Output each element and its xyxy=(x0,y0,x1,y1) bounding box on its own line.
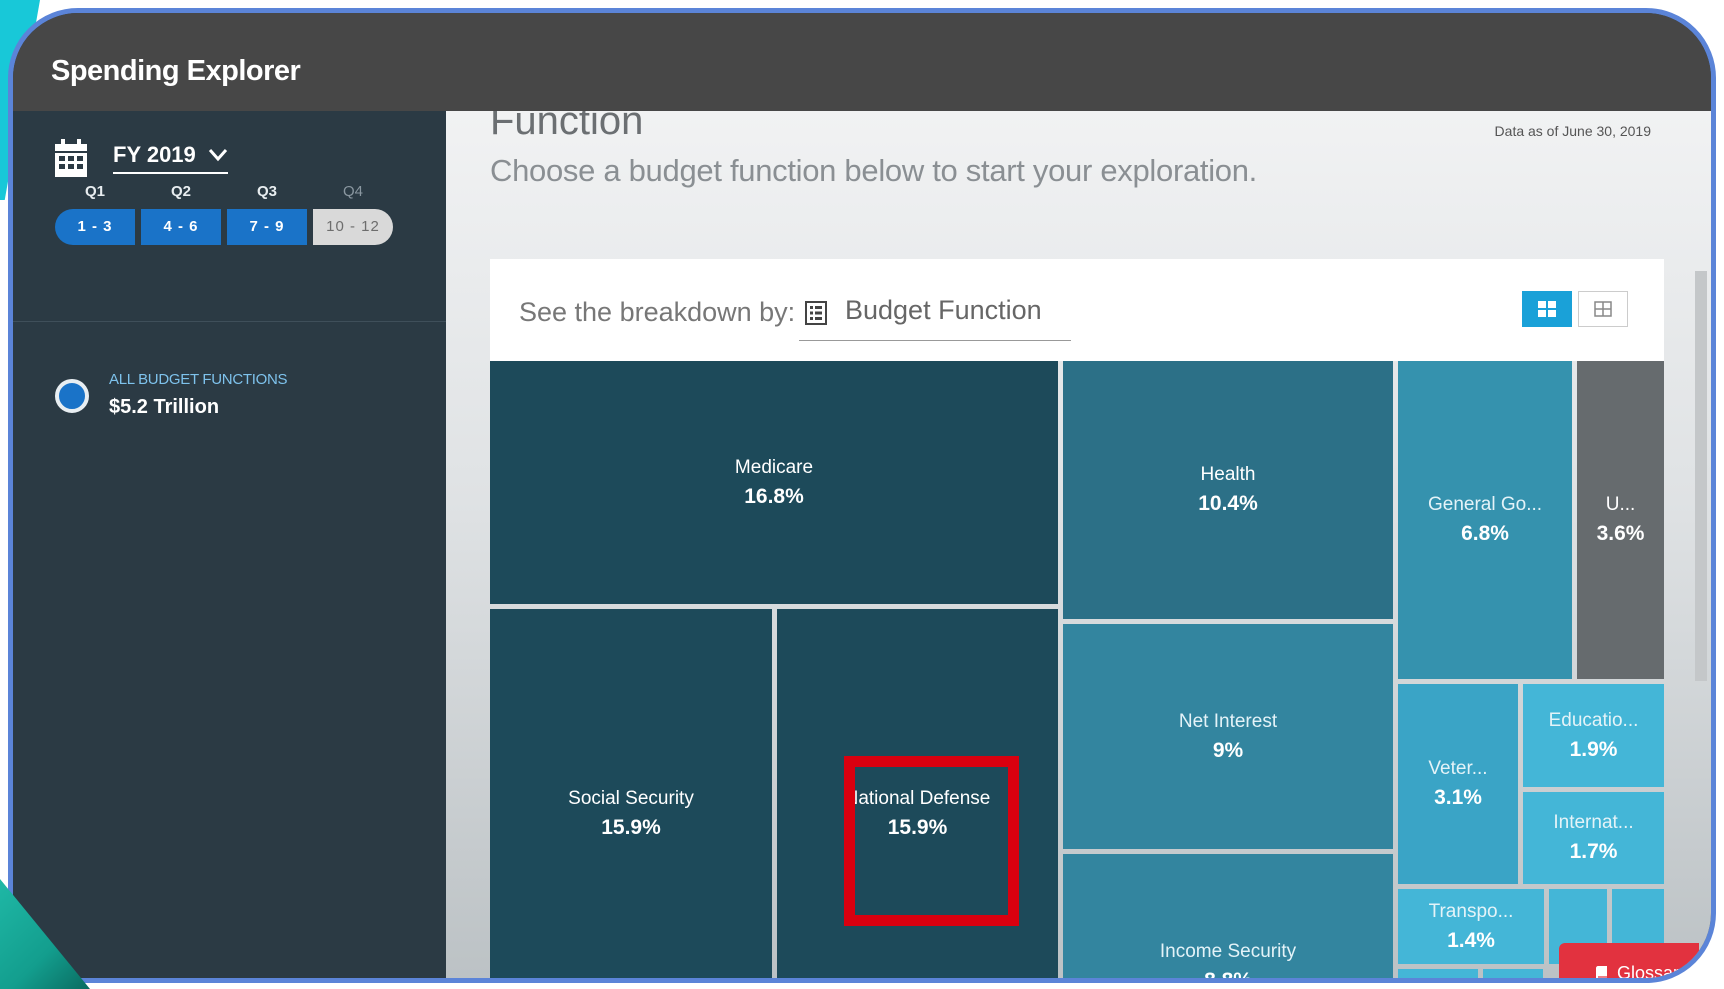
top-bar: Spending Explorer xyxy=(13,13,1711,111)
glossary-button[interactable]: Glossary xyxy=(1559,943,1699,983)
fiscal-year-row: FY 2019 xyxy=(55,139,228,177)
table-view-icon xyxy=(1594,301,1612,317)
treemap-tile-general-government[interactable]: General Go... 6.8% xyxy=(1398,361,1572,679)
breakdown-label: See the breakdown by: xyxy=(519,297,796,327)
breakdown-card: See the breakdown by: Budget Function xyxy=(490,259,1664,361)
breakdown-dropdown[interactable]: Budget Function xyxy=(799,289,1071,341)
treemap-tile-small[interactable] xyxy=(1398,969,1478,978)
tile-name: Educatio... xyxy=(1548,709,1639,731)
tile-percent: 6.8% xyxy=(1461,522,1509,545)
tile-percent: 8.8% xyxy=(1204,969,1252,978)
quarter-button-q3[interactable]: 7 - 9 xyxy=(227,209,307,245)
tile-name: Health xyxy=(1200,464,1256,485)
breakdown-dropdown-value: Budget Function xyxy=(845,295,1042,325)
page-heading: Function xyxy=(490,111,644,143)
treemap-tile-education[interactable]: Educatio... 1.9% xyxy=(1523,684,1664,787)
main-content: Function Data as of June 30, 2019 Choose… xyxy=(446,111,1711,978)
treemap-tile-unnamed[interactable]: U... 3.6% xyxy=(1577,361,1664,679)
app-title: Spending Explorer xyxy=(51,55,301,87)
tile-name: Net Interest xyxy=(1178,710,1278,732)
quarter-q3: Q3 7 - 9 xyxy=(227,183,307,245)
treemap-tile-international[interactable]: Internat... 1.7% xyxy=(1523,792,1664,884)
treemap-tile-small[interactable] xyxy=(1483,969,1543,978)
all-functions-label: ALL BUDGET FUNCTIONS xyxy=(109,371,288,388)
quarter-q1: Q1 1 - 3 xyxy=(55,183,135,245)
quarter-selector: Q1 1 - 3 Q2 4 - 6 Q3 7 - 9 Q4 10 - 12 xyxy=(55,183,393,245)
tile-name: Medicare xyxy=(734,456,814,478)
quarter-label: Q4 xyxy=(342,183,363,200)
treemap-tile-national-defense[interactable]: National Defense 15.9% xyxy=(777,609,1058,978)
treemap-tile-health[interactable]: Health 10.4% xyxy=(1063,361,1393,619)
tile-percent: 10.4% xyxy=(1198,492,1258,515)
all-budget-functions-item[interactable]: ALL BUDGET FUNCTIONS $5.2 Trillion xyxy=(55,371,288,419)
fiscal-year-label: FY 2019 xyxy=(113,142,196,167)
tile-name: National Defense xyxy=(844,788,991,809)
chevron-down-icon xyxy=(208,149,227,162)
treemap-view-icon xyxy=(1538,301,1556,317)
tile-percent: 3.1% xyxy=(1434,786,1482,809)
glossary-label: Glossary xyxy=(1617,963,1689,983)
screenshot-frame: Spending Explorer FY 2019 Q1 1 - 3 Q2 4 … xyxy=(8,8,1716,983)
treemap-tile-veterans[interactable]: Veter... 3.1% xyxy=(1398,684,1518,884)
fiscal-year-dropdown[interactable]: FY 2019 xyxy=(113,142,228,174)
sidebar-divider xyxy=(13,321,446,322)
calendar-icon xyxy=(55,139,87,177)
quarter-q4: Q4 10 - 12 xyxy=(313,183,393,245)
quarter-button-q4[interactable]: 10 - 12 xyxy=(313,209,393,245)
page-subtitle: Choose a budget function below to start … xyxy=(490,153,1257,188)
quarter-label: Q3 xyxy=(256,183,277,200)
tile-name: U... xyxy=(1605,494,1636,515)
treemap-tile-social-security[interactable]: Social Security 15.9% xyxy=(490,609,772,978)
quarter-label: Q1 xyxy=(84,183,105,200)
sidebar: FY 2019 Q1 1 - 3 Q2 4 - 6 Q3 7 - 9 Q4 10 xyxy=(13,111,446,978)
tile-percent: 15.9% xyxy=(601,816,661,839)
view-toggle xyxy=(1522,291,1628,327)
budget-function-treemap: Medicare 16.8% Social Security 15.9% Nat… xyxy=(490,361,1664,978)
book-icon xyxy=(1596,966,1607,978)
tile-name: Veter... xyxy=(1428,758,1488,779)
tile-percent: 1.7% xyxy=(1569,840,1618,863)
tile-name: Social Security xyxy=(568,788,694,809)
quarter-q2: Q2 4 - 6 xyxy=(141,183,221,245)
data-as-of-label: Data as of June 30, 2019 xyxy=(1494,123,1651,139)
quarter-label: Q2 xyxy=(170,183,191,200)
scrollbar[interactable] xyxy=(1695,271,1707,681)
radio-selected-icon[interactable] xyxy=(55,379,89,413)
tile-percent: 3.6% xyxy=(1596,522,1645,545)
quarter-button-q1[interactable]: 1 - 3 xyxy=(55,209,135,245)
quarter-button-q2[interactable]: 4 - 6 xyxy=(141,209,221,245)
treemap-tile-income-security[interactable]: Income Security 8.8% xyxy=(1063,854,1393,978)
treemap-view-button[interactable] xyxy=(1522,291,1572,327)
tile-percent: 1.4% xyxy=(1447,928,1495,952)
treemap-tile-net-interest[interactable]: Net Interest 9% xyxy=(1063,624,1393,849)
tile-name: General Go... xyxy=(1427,494,1543,515)
tile-name: Transpo... xyxy=(1428,900,1514,922)
tile-name: Internat... xyxy=(1553,812,1634,833)
list-icon xyxy=(805,301,827,325)
tile-percent: 1.9% xyxy=(1569,737,1618,761)
tile-name: Income Security xyxy=(1159,941,1297,962)
tile-percent: 9% xyxy=(1212,738,1244,762)
all-functions-total: $5.2 Trillion xyxy=(109,396,220,418)
table-view-button[interactable] xyxy=(1578,291,1628,327)
treemap-tile-medicare[interactable]: Medicare 16.8% xyxy=(490,361,1058,604)
tile-percent: 15.9% xyxy=(887,816,948,839)
tile-percent: 16.8% xyxy=(744,484,804,508)
treemap-tile-transportation[interactable]: Transpo... 1.4% xyxy=(1398,889,1544,964)
